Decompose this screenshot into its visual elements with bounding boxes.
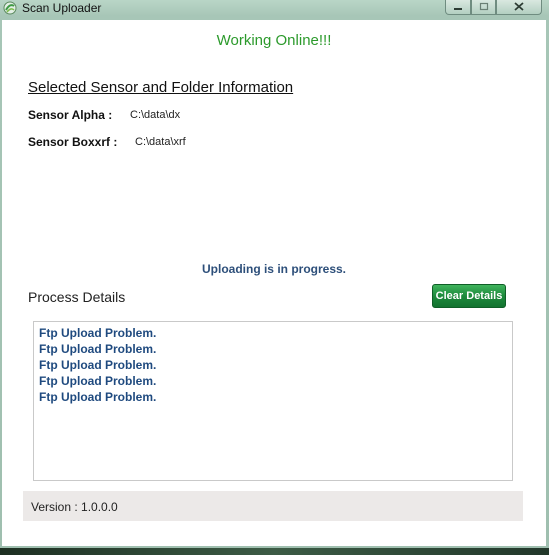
app-window: Scan Uploader Working Online!!! Selected… xyxy=(0,0,549,548)
log-line: Ftp Upload Problem. xyxy=(39,390,157,404)
version-text: Version : 1.0.0.0 xyxy=(31,500,118,514)
sensor-alpha-path: C:\data\dx xyxy=(130,109,181,121)
window-title: Scan Uploader xyxy=(22,1,102,15)
log-line: Ftp Upload Problem. xyxy=(39,374,157,388)
minimize-icon xyxy=(453,0,463,16)
sensor-boxxrf-label: Sensor Boxxrf : xyxy=(28,135,118,149)
online-status: Working Online!!! xyxy=(216,32,332,49)
maximize-button[interactable] xyxy=(471,0,496,15)
main-panel: Working Online!!! Selected Sensor and Fo… xyxy=(2,20,546,546)
minimize-button[interactable] xyxy=(445,0,471,15)
process-details-title: Process Details xyxy=(28,289,126,305)
log-line: Ftp Upload Problem. xyxy=(39,342,157,356)
process-log[interactable]: Ftp Upload Problem. Ftp Upload Problem. … xyxy=(33,321,513,481)
upload-status: Uploading is in progress. xyxy=(201,262,347,276)
title-bar[interactable]: Scan Uploader xyxy=(0,0,549,18)
sensor-boxxrf-path: C:\data\xrf xyxy=(135,136,186,148)
close-icon xyxy=(514,0,524,16)
sensor-alpha-label: Sensor Alpha : xyxy=(28,108,113,122)
maximize-icon xyxy=(479,0,489,16)
log-line: Ftp Upload Problem. xyxy=(39,358,157,372)
status-footer: Version : 1.0.0.0 xyxy=(23,491,523,521)
app-logo-icon xyxy=(3,1,17,15)
taskbar xyxy=(0,548,549,555)
close-button[interactable] xyxy=(496,0,542,15)
log-line: Ftp Upload Problem. xyxy=(39,326,157,340)
sensor-section-title: Selected Sensor and Folder Information xyxy=(28,79,294,96)
clear-details-button[interactable]: Clear Details xyxy=(432,284,506,308)
